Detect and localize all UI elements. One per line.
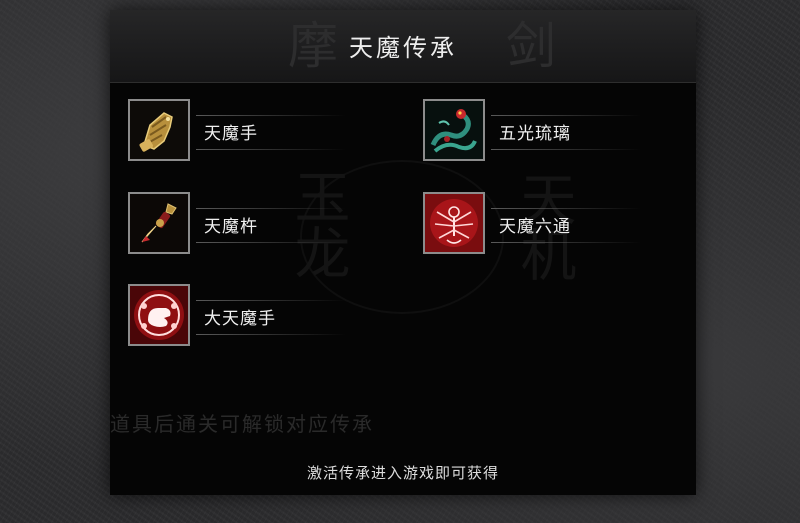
multi-armed-deity-icon [423,192,485,254]
item-label: 天魔手 [204,124,258,144]
inheritance-item-wuguang-liuli[interactable]: 五光琉璃 [423,99,663,169]
inheritance-dialog: 摩 剑 天魔传承 玉龙 天机 天魔手 五光琉璃 天魔杵 天魔六通 大天魔手 道具… [110,10,696,495]
item-divider [196,334,346,335]
inheritance-item-da-tianmo-hand[interactable]: 大天魔手 [128,284,368,354]
item-divider [491,149,641,150]
item-divider [196,208,346,209]
item-divider [196,115,346,116]
item-divider [491,242,641,243]
item-divider [196,149,346,150]
inheritance-item-tianmo-hand[interactable]: 天魔手 [128,99,368,169]
inheritance-item-tianmo-liutong[interactable]: 天魔六通 [423,192,663,262]
item-divider [491,115,641,116]
activation-footer-text: 激活传承进入游戏即可获得 [306,464,499,482]
item-label: 天魔杵 [204,217,258,237]
item-divider [196,242,346,243]
demon-hand-seal-icon [128,284,190,346]
unlock-hint-text: 道具后通关可解锁对应传承 [110,412,374,436]
golden-gauntlet-icon [128,99,190,161]
item-divider [196,300,346,301]
item-label: 天魔六通 [499,217,571,237]
vajra-pestle-icon [128,192,190,254]
item-divider [491,208,641,209]
inheritance-item-tianmo-pestle[interactable]: 天魔杵 [128,192,368,262]
dialog-title: 天魔传承 [349,34,457,62]
item-label: 五光琉璃 [499,124,571,144]
dialog-header: 摩 剑 天魔传承 [110,10,696,83]
serpent-relic-icon [423,99,485,161]
item-label: 大天魔手 [204,309,276,329]
